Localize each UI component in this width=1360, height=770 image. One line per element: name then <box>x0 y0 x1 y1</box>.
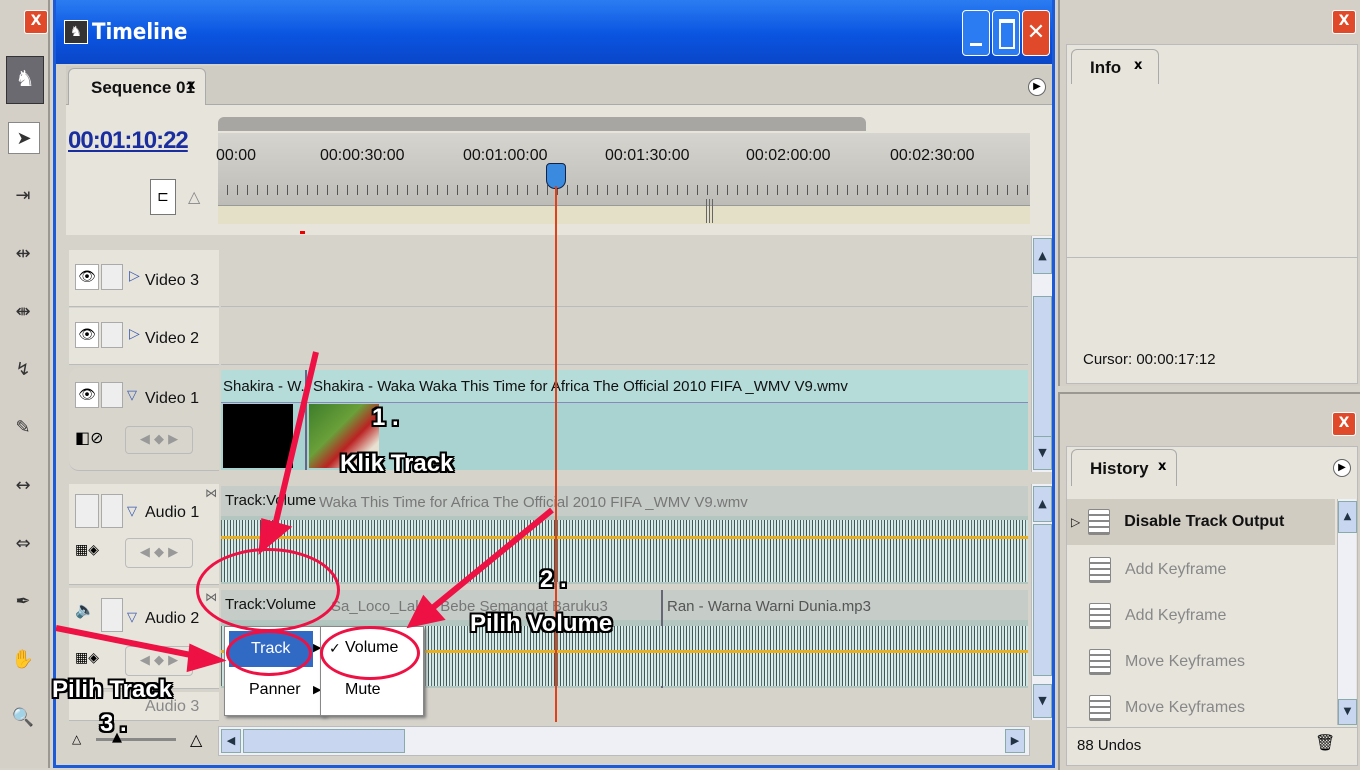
info-close-button[interactable]: X <box>1332 10 1356 34</box>
tab-history[interactable]: History x <box>1071 449 1177 486</box>
panel-menu-icon[interactable]: ▶ <box>1333 459 1351 477</box>
annotation-step-1: 1 . <box>372 404 399 431</box>
history-panel: X History x ▶ ▷ Disable Track Output Add… <box>1058 392 1360 770</box>
cursor-readout: Cursor: 00:00:17:12 <box>1083 351 1216 368</box>
info-body: Info x Cursor: 00:00:17:12 <box>1066 44 1358 384</box>
history-item[interactable]: ▷ Disable Track Output <box>1067 499 1335 545</box>
history-item-label: Add Keyframe <box>1125 561 1227 578</box>
history-step-icon <box>1089 557 1111 583</box>
history-step-icon <box>1089 603 1111 629</box>
tab-close-icon[interactable]: x <box>1134 58 1142 73</box>
history-item[interactable]: Move Keyframes <box>1067 685 1335 731</box>
annotation-pilih-volume: Pilih Volume <box>470 610 613 637</box>
annotation-klik-track: Klik Track <box>340 450 454 477</box>
arrow-3 <box>55 625 197 659</box>
arrow-2 <box>428 507 554 613</box>
annotation-step-3: 3 . <box>100 710 127 737</box>
annotation-pilih-track: Pilih Track <box>52 676 173 703</box>
history-item[interactable]: Add Keyframe <box>1067 547 1335 593</box>
history-item[interactable]: Add Keyframe <box>1067 593 1335 639</box>
info-panel: X Info x Cursor: 00:00:17:12 <box>1058 0 1360 386</box>
history-item-label: Move Keyframes <box>1125 699 1246 716</box>
history-step-icon <box>1089 649 1111 675</box>
history-close-button[interactable]: X <box>1332 412 1356 436</box>
scroll-up-icon[interactable]: ▲ <box>1338 501 1357 533</box>
history-item[interactable]: Move Keyframes <box>1067 639 1335 685</box>
history-scrollbar[interactable]: ▲ ▼ <box>1337 499 1357 725</box>
history-body: History x ▶ ▷ Disable Track Output Add K… <box>1066 446 1358 766</box>
tab-label: History <box>1090 459 1149 478</box>
trash-icon[interactable]: 🗑 <box>1315 733 1335 752</box>
tab-label: Info <box>1090 58 1122 77</box>
history-step-icon <box>1089 695 1111 721</box>
tab-info[interactable]: Info x <box>1071 49 1159 84</box>
history-step-icon <box>1088 509 1111 535</box>
current-state-icon: ▷ <box>1071 515 1081 529</box>
scroll-down-icon[interactable]: ▼ <box>1338 699 1357 725</box>
history-item-label: Add Keyframe <box>1125 607 1227 624</box>
tab-close-icon[interactable]: x <box>1158 459 1166 474</box>
annotation-step-2: 2 . <box>540 566 567 593</box>
history-item-label: Move Keyframes <box>1125 653 1246 670</box>
arrow-1 <box>271 351 319 531</box>
undo-count: 88 Undos <box>1077 737 1142 754</box>
history-item-label: Disable Track Output <box>1124 513 1285 530</box>
